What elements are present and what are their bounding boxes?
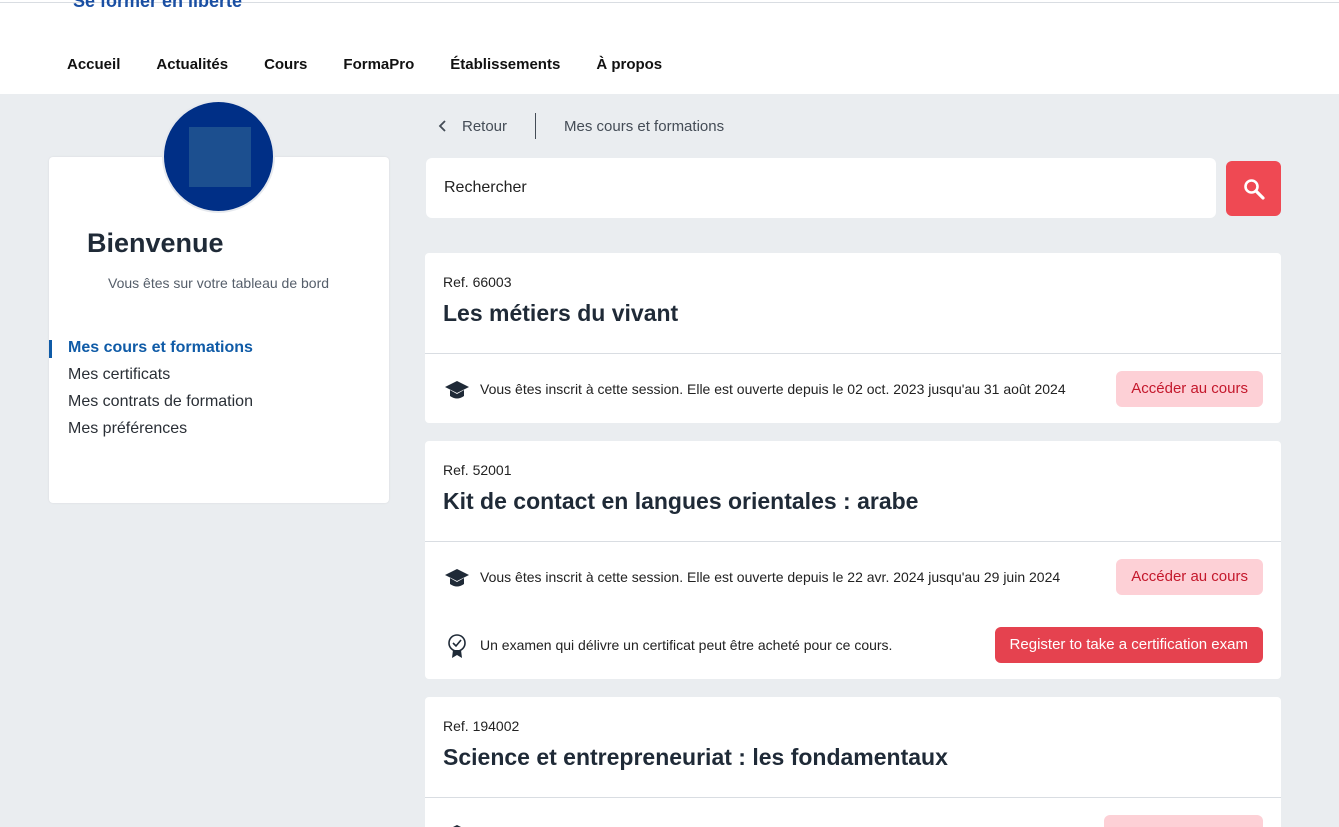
nav-item-a-propos[interactable]: À propos: [596, 56, 662, 73]
session-row: Vous êtes inscrit à cette session. Elle …: [425, 371, 1281, 407]
exam-text: Un examen qui délivre un certificat peut…: [480, 637, 893, 653]
nav-item-actualites[interactable]: Actualités: [156, 56, 228, 73]
sidebar-item-mes-certificats[interactable]: Mes certificats: [49, 365, 253, 392]
register-exam-button[interactable]: Register to take a certification exam: [994, 627, 1263, 663]
certificate-badge-icon: [448, 634, 466, 658]
site-tagline[interactable]: Se former en liberté: [73, 0, 242, 12]
search-box: [426, 158, 1216, 218]
course-ref: Ref. 194002: [443, 718, 520, 734]
course-card-header: Ref. 194002 Science et entrepreneuriat :…: [425, 697, 1281, 798]
course-card: Ref. 194002 Science et entrepreneuriat :…: [425, 697, 1281, 827]
course-card-header: Ref. 52001 Kit de contact en langues ori…: [425, 441, 1281, 542]
nav-item-formapro[interactable]: FormaPro: [343, 56, 414, 73]
welcome-subtitle: Vous êtes sur votre tableau de bord: [108, 275, 330, 291]
nav-item-etablissements[interactable]: Établissements: [450, 56, 560, 73]
access-course-button[interactable]: Accéder au cours: [1116, 559, 1263, 595]
course-title[interactable]: Les métiers du vivant: [443, 300, 678, 327]
sidebar-item-mes-contrats[interactable]: Mes contrats de formation: [49, 392, 253, 419]
session-row: Vous êtes inscrit à cette session. Elle …: [425, 559, 1281, 595]
course-card: Ref. 66003 Les métiers du vivant Vous êt…: [425, 253, 1281, 423]
graduation-cap-icon: [445, 569, 469, 587]
access-course-button[interactable]: Accéder au cours: [1116, 371, 1263, 407]
avatar-image: [189, 127, 251, 187]
course-title[interactable]: Science et entrepreneuriat : les fondame…: [443, 744, 948, 771]
nav-item-cours[interactable]: Cours: [264, 56, 307, 73]
back-link[interactable]: Retour: [438, 118, 535, 135]
sidebar-item-mes-cours[interactable]: Mes cours et formations: [49, 338, 253, 365]
course-ref: Ref. 66003: [443, 274, 512, 290]
chevron-left-icon: [438, 120, 446, 132]
course-card: Ref. 52001 Kit de contact en langues ori…: [425, 441, 1281, 679]
avatar[interactable]: [162, 100, 275, 213]
breadcrumb-divider: [535, 113, 537, 139]
search-input[interactable]: [426, 158, 1216, 218]
graduation-cap-icon: [453, 825, 461, 827]
back-link-label: Retour: [462, 117, 508, 135]
course-title[interactable]: Kit de contact en langues orientales : a…: [443, 488, 918, 515]
sidebar-menu: Mes cours et formations Mes certificats …: [49, 338, 253, 446]
sidebar-item-mes-preferences[interactable]: Mes préférences: [49, 419, 253, 446]
course-card-header: Ref. 66003 Les métiers du vivant: [425, 253, 1281, 354]
breadcrumb-current: Mes cours et formations: [564, 117, 725, 135]
graduation-cap-icon: [445, 381, 469, 399]
search-button[interactable]: [1226, 161, 1281, 216]
exam-row: Un examen qui délivre un certificat peut…: [425, 627, 1281, 663]
access-course-button[interactable]: [1104, 815, 1263, 827]
site-header: Se former en liberté Accueil Actualités …: [0, 0, 1339, 94]
course-ref: Ref. 52001: [443, 462, 512, 478]
session-row: [425, 815, 1281, 827]
session-text: Vous êtes inscrit à cette session. Elle …: [480, 381, 1066, 397]
search-icon: [1243, 178, 1265, 200]
welcome-title: Bienvenue: [87, 228, 224, 258]
nav-item-accueil[interactable]: Accueil: [67, 56, 120, 73]
breadcrumb: Retour Mes cours et formations: [438, 113, 724, 139]
main-nav: Accueil Actualités Cours FormaPro Établi…: [67, 56, 662, 73]
session-text: Vous êtes inscrit à cette session. Elle …: [480, 569, 1061, 585]
